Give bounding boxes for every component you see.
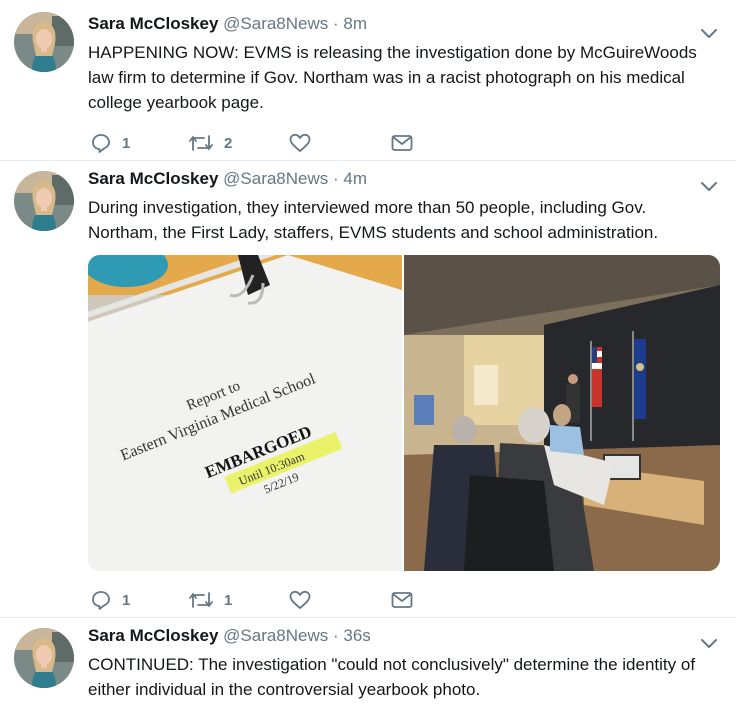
tweet-time[interactable]: · 4m (333, 169, 367, 188)
tweet-actions: 1 1 (90, 588, 430, 612)
like-icon (288, 589, 312, 611)
caret-down-icon[interactable] (700, 179, 718, 191)
retweet-count: 2 (224, 134, 233, 152)
tweet-text: During investigation, they interviewed m… (88, 198, 659, 242)
photo-report[interactable]: Report to Eastern Virginia Medical Schoo… (88, 255, 418, 571)
tweet-time[interactable]: · 8m (333, 14, 367, 33)
tweet[interactable]: Sara McCloskey @Sara8News · 8m HAPPENING… (0, 0, 736, 160)
tweet[interactable]: Sara McCloskey @Sara8News · 4m During in… (0, 161, 736, 617)
tweet[interactable]: Sara McCloskey @Sara8News · 36s CONTINUE… (0, 618, 736, 710)
retweet-icon (188, 132, 214, 154)
caret-down-icon[interactable] (700, 26, 718, 38)
tweet-media[interactable]: Report to Eastern Virginia Medical Schoo… (88, 255, 720, 571)
tweet-text: HAPPENING NOW: EVMS is releasing the inv… (88, 43, 697, 112)
dm-button[interactable] (390, 588, 414, 612)
tweet-actions: 1 2 (90, 131, 430, 155)
avatar[interactable] (14, 628, 74, 688)
author-handle[interactable]: @Sara8News (223, 626, 328, 645)
reply-count: 1 (122, 134, 131, 152)
photo-press-conference[interactable] (404, 255, 720, 571)
reply-count: 1 (122, 591, 131, 609)
tweet-text: CONTINUED: The investigation "could not … (88, 655, 696, 699)
author-handle[interactable]: @Sara8News (223, 14, 328, 33)
like-icon (288, 132, 312, 154)
dm-icon (390, 589, 414, 611)
author-name[interactable]: Sara McCloskey (88, 14, 218, 33)
retweet-button[interactable]: 1 (188, 588, 232, 612)
reply-button[interactable]: 1 (90, 131, 130, 155)
avatar[interactable] (14, 12, 74, 72)
reply-icon (90, 132, 112, 154)
reply-icon (90, 589, 112, 611)
retweet-icon (188, 589, 214, 611)
reply-button[interactable]: 1 (90, 588, 130, 612)
tweet-time[interactable]: · 36s (333, 626, 371, 645)
caret-down-icon[interactable] (700, 636, 718, 648)
retweet-count: 1 (224, 591, 233, 609)
dm-button[interactable] (390, 131, 414, 155)
retweet-button[interactable]: 2 (188, 131, 232, 155)
author-handle[interactable]: @Sara8News (223, 169, 328, 188)
author-name[interactable]: Sara McCloskey (88, 169, 218, 188)
avatar[interactable] (14, 171, 74, 231)
like-button[interactable] (288, 588, 312, 612)
like-button[interactable] (288, 131, 312, 155)
dm-icon (390, 132, 414, 154)
author-name[interactable]: Sara McCloskey (88, 626, 218, 645)
